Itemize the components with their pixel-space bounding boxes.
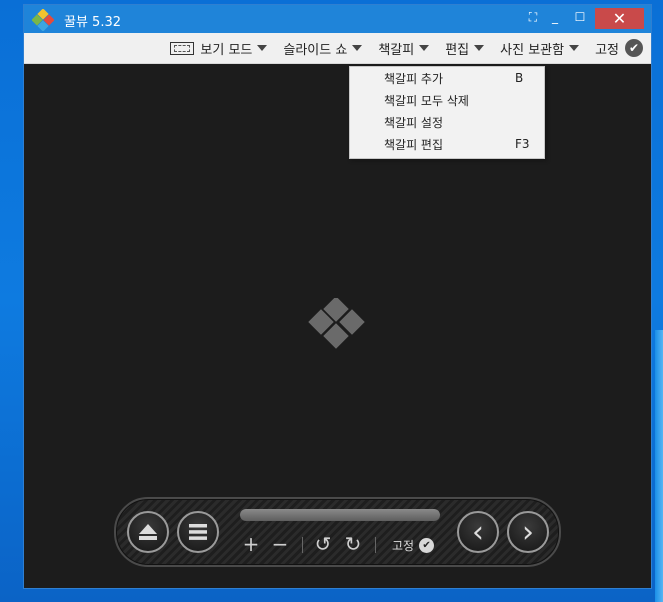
zoom-in-icon[interactable]: +	[240, 532, 262, 556]
pin-label: 고정	[392, 539, 415, 553]
check-icon: ✔	[419, 538, 435, 553]
fullscreen-button[interactable]: ⛶	[524, 5, 542, 29]
minimize-button[interactable]: _	[546, 5, 564, 29]
window-title: 꿀뷰 5.32	[64, 15, 121, 30]
menu-photo-storage-label: 사진 보관함	[500, 42, 565, 58]
menu-bookmark-label: 책갈피	[378, 42, 415, 58]
dropdown-item-shortcut: F3	[515, 137, 530, 151]
dropdown-item-delete-all-bookmarks[interactable]: 책갈피 모두 삭제	[350, 89, 544, 111]
menu-view-mode[interactable]: 보기 모드	[170, 39, 268, 58]
dropdown-item-bookmark-settings[interactable]: 책갈피 설정	[350, 111, 544, 133]
rotate-right-icon[interactable]: ↻	[342, 532, 364, 556]
menu-photo-storage[interactable]: 사진 보관함	[500, 39, 580, 58]
chevron-left-icon: ‹	[472, 514, 484, 550]
next-button[interactable]: ›	[507, 511, 549, 553]
menu-bookmark[interactable]: 책갈피	[378, 39, 430, 58]
chevron-down-icon	[419, 45, 430, 51]
view-mode-icon	[170, 41, 195, 55]
dropdown-item-label: 책갈피 추가	[384, 71, 444, 86]
honeyview-logo-icon	[308, 298, 365, 349]
menu-bar: 보기 모드 슬라이드 쇼 책갈피 편집 사진 보관함 고정 ✔	[24, 33, 651, 64]
desktop-background	[655, 330, 663, 602]
close-button[interactable]: ✕	[595, 8, 644, 29]
chevron-right-icon: ›	[522, 514, 534, 550]
control-bar: + − ↺ ↻ 고정 ✔ ‹ ›	[114, 497, 561, 567]
menu-button[interactable]	[177, 511, 219, 553]
divider	[302, 537, 303, 553]
dropdown-item-shortcut: B	[515, 71, 524, 85]
menu-view-mode-label: 보기 모드	[200, 42, 253, 58]
hamburger-icon	[189, 524, 207, 540]
app-logo-icon	[32, 9, 54, 31]
divider	[375, 537, 376, 553]
page-slider[interactable]	[240, 509, 440, 521]
zoom-out-icon[interactable]: −	[269, 532, 291, 556]
menu-slideshow[interactable]: 슬라이드 쇼	[283, 39, 363, 58]
dropdown-item-add-bookmark[interactable]: 책갈피 추가 B	[350, 67, 544, 89]
dropdown-item-label: 책갈피 설정	[384, 115, 444, 130]
chevron-down-icon	[474, 45, 485, 51]
chevron-down-icon	[257, 45, 268, 51]
check-icon: ✔	[625, 39, 643, 57]
dropdown-item-label: 책갈피 모두 삭제	[384, 93, 469, 108]
title-bar[interactable]: 꿀뷰 5.32 ⛶ _ ☐ ✕	[24, 5, 651, 33]
menu-edit[interactable]: 편집	[445, 39, 485, 58]
eject-button[interactable]	[127, 511, 169, 553]
chevron-down-icon	[352, 45, 363, 51]
eject-icon	[139, 524, 157, 540]
pin-toggle[interactable]: 고정 ✔	[392, 537, 435, 554]
dropdown-item-label: 책갈피 편집	[384, 137, 444, 152]
menu-pin-label: 고정	[595, 42, 619, 58]
dropdown-item-edit-bookmarks[interactable]: 책갈피 편집 F3	[350, 133, 544, 155]
chevron-down-icon	[569, 45, 580, 51]
app-window: 꿀뷰 5.32 ⛶ _ ☐ ✕ 보기 모드 슬라이드 쇼 책갈피 편집 사진 보…	[23, 4, 652, 589]
previous-button[interactable]: ‹	[457, 511, 499, 553]
maximize-button[interactable]: ☐	[571, 5, 589, 29]
menu-pin[interactable]: 고정 ✔	[595, 39, 643, 58]
rotate-left-icon[interactable]: ↺	[312, 532, 334, 556]
bookmark-dropdown: 책갈피 추가 B 책갈피 모두 삭제 책갈피 설정 책갈피 편집 F3	[349, 66, 545, 159]
menu-slideshow-label: 슬라이드 쇼	[283, 42, 348, 58]
menu-edit-label: 편집	[445, 42, 470, 58]
